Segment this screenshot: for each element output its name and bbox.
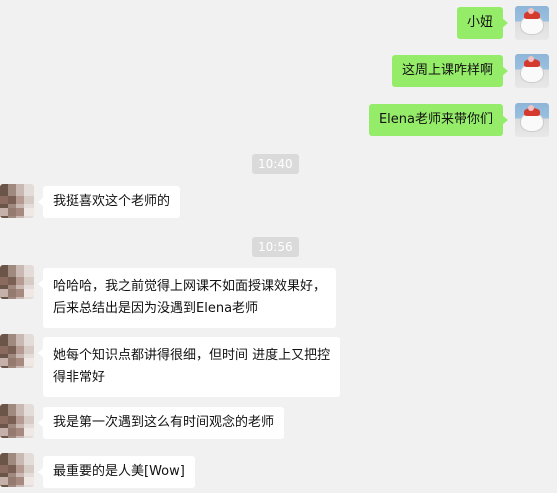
received-message-bubble[interactable]: 哈哈哈，我之前觉得上网课不如面授课效果好， 后来总结出是因为没遇到Elena老师 — [37, 268, 337, 328]
timestamp: 10:40 — [252, 154, 299, 174]
avatar-mosaic — [0, 416, 34, 424]
sent-message-bubble[interactable]: 小妞 — [456, 7, 509, 39]
avatar-mosaic — [0, 196, 34, 204]
message-text: 我是第一次遇到这么有时间观念的老师 — [53, 415, 275, 430]
self-avatar[interactable] — [515, 103, 549, 137]
avatar-mosaic — [0, 346, 34, 354]
avatar-mosaic — [0, 289, 34, 297]
message-text: 小妞 — [466, 15, 493, 30]
avatar-mosaic — [0, 477, 34, 485]
message-text-line: 后来总结出是因为没遇到Elena老师 — [53, 301, 259, 316]
message-text-line: 哈哈哈，我之前觉得上网课不如面授课效果好， — [53, 279, 327, 294]
contact-avatar[interactable] — [0, 334, 34, 368]
flower-shape — [528, 105, 534, 111]
received-message-bubble[interactable]: 她每个知识点都讲得很细，但时间 进度上又把控 得非常好 — [37, 337, 341, 397]
sent-message-bubble[interactable]: 这周上课咋样啊 — [391, 55, 509, 87]
message-text: 我挺喜欢这个老师的 — [53, 194, 171, 209]
self-avatar[interactable] — [515, 6, 549, 40]
avatar-mosaic — [0, 208, 34, 216]
contact-avatar[interactable] — [0, 265, 34, 299]
message-text: 这周上课咋样啊 — [401, 63, 493, 78]
sent-message-bubble[interactable]: Elena老师来带你们 — [368, 104, 509, 136]
message-text-line: 得非常好 — [53, 370, 106, 385]
received-message-bubble[interactable]: 最重要的是人美[Wow] — [38, 456, 195, 488]
contact-avatar[interactable] — [0, 404, 34, 438]
contact-avatar[interactable] — [0, 453, 34, 487]
avatar-mosaic — [0, 277, 34, 285]
flower-shape — [528, 56, 534, 62]
message-text-line: 她每个知识点都讲得很细，但时间 进度上又把控 — [53, 348, 331, 363]
avatar-mosaic — [0, 358, 34, 366]
flower-shape — [528, 8, 534, 14]
avatar-mosaic — [0, 465, 34, 473]
timestamp: 10:56 — [252, 237, 299, 257]
received-message-bubble[interactable]: 我挺喜欢这个老师的 — [37, 186, 181, 218]
avatar-mosaic — [0, 428, 34, 436]
message-text: Elena老师来带你们 — [378, 112, 493, 127]
received-message-bubble[interactable]: 我是第一次遇到这么有时间观念的老师 — [37, 407, 285, 439]
message-text: 最重要的是人美[Wow] — [53, 464, 185, 479]
contact-avatar[interactable] — [0, 184, 34, 218]
self-avatar[interactable] — [515, 54, 549, 88]
